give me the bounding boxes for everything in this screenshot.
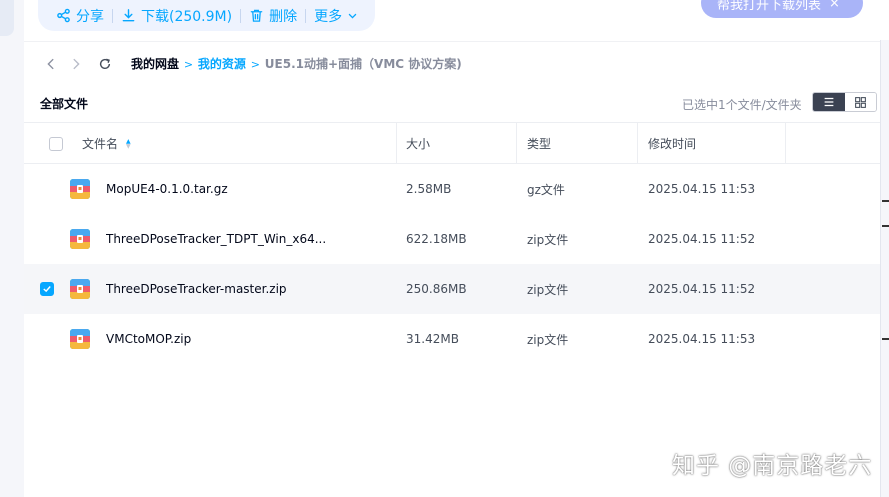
chevron-down-icon — [348, 13, 357, 19]
row-checkbox-cell — [40, 164, 56, 214]
list-view-button[interactable] — [813, 93, 845, 111]
edge-mark — [882, 225, 889, 227]
table-row[interactable]: ThreeDPoseTracker-master.zip 250.86MB zip文… — [24, 264, 880, 314]
file-type: gz文件 — [527, 182, 565, 197]
file-name[interactable]: MopUE4-0.1.0.tar.gz — [106, 164, 396, 214]
file-type: zip文件 — [527, 332, 569, 347]
breadcrumb-root[interactable]: 我的网盘 — [131, 57, 179, 71]
file-modified: 2025.04.15 11:52 — [648, 282, 756, 296]
table-row[interactable]: VMCtoMOP.zip 31.42MB zip文件 2025.04.15 11:53 — [24, 314, 880, 364]
refresh-button[interactable] — [94, 53, 116, 75]
table-row[interactable]: ThreeDPoseTracker_TDPT_Win_x64... 622.18M… — [24, 214, 880, 264]
select-all-checkbox[interactable] — [49, 136, 63, 151]
delete-label: 删除 — [269, 8, 298, 25]
archive-file-icon — [69, 164, 91, 214]
row-checkbox-cell — [40, 214, 56, 264]
delete-button[interactable]: 删除 — [243, 6, 303, 26]
toolbar-divider — [305, 8, 307, 23]
file-modified: 2025.04.15 11:52 — [648, 232, 756, 246]
trash-icon — [250, 9, 263, 22]
row-checkbox-cell — [40, 314, 56, 364]
row-checkbox-cell — [40, 264, 56, 314]
chevron-left-icon — [47, 58, 54, 69]
left-panel-tab — [0, 0, 14, 36]
file-size: 2.58MB — [406, 182, 452, 196]
refresh-icon — [99, 58, 111, 69]
download-icon — [122, 9, 135, 22]
column-modified-label: 修改时间 — [648, 137, 697, 151]
column-name-label: 文件名 — [82, 137, 119, 151]
file-name[interactable]: ThreeDPoseTracker_TDPT_Win_x64... — [106, 214, 396, 264]
archive-file-icon — [69, 264, 91, 314]
column-type[interactable]: 类型 — [517, 123, 638, 164]
right-panel-edge — [880, 40, 889, 497]
file-size: 622.18MB — [406, 232, 467, 246]
file-size: 31.42MB — [406, 332, 459, 346]
selection-info: 已选中1个文件/文件夹 — [682, 98, 802, 112]
back-button[interactable] — [40, 53, 62, 75]
breadcrumb: 我的网盘 > 我的资源 > UE5.1动捕+面捕（VMC 协议方案) — [119, 55, 462, 72]
file-manager: 分享 下载(250.9M) 删除 更多 帮我打开下载列表 × 我的网盘 > 我的… — [24, 0, 880, 497]
column-type-label: 类型 — [527, 137, 552, 151]
toolbar-divider — [240, 8, 242, 23]
download-list-label: 帮我打开下载列表 — [717, 0, 822, 13]
breadcrumb-my-resources[interactable]: 我的资源 — [198, 57, 246, 71]
column-spacer — [786, 123, 880, 164]
download-list-popup[interactable]: 帮我打开下载列表 × — [701, 0, 863, 18]
row-checkbox[interactable] — [40, 282, 54, 296]
close-icon[interactable]: × — [829, 0, 840, 11]
breadcrumb-bar: 我的网盘 > 我的资源 > UE5.1动捕+面捕（VMC 协议方案) — [24, 41, 880, 85]
file-modified: 2025.04.15 11:53 — [648, 182, 756, 196]
share-label: 分享 — [76, 8, 104, 25]
action-toolbar: 分享 下载(250.9M) 删除 更多 — [38, 0, 375, 31]
grid-view-button[interactable] — [844, 93, 876, 111]
list-header-bar: 全部文件 已选中1个文件/文件夹 — [24, 86, 880, 120]
table-row[interactable]: MopUE4-0.1.0.tar.gz 2.58MB gz文件 2025.04.15 … — [24, 164, 880, 214]
chevron-right-icon — [73, 58, 80, 69]
all-files-title: 全部文件 — [40, 96, 89, 111]
column-size-label: 大小 — [406, 137, 431, 151]
column-size[interactable]: 大小 — [396, 123, 517, 164]
forward-button[interactable] — [65, 53, 87, 75]
breadcrumb-separator: > — [250, 58, 260, 71]
download-button[interactable]: 下载(250.9M) — [115, 6, 238, 26]
breadcrumb-current: UE5.1动捕+面捕（VMC 协议方案) — [264, 57, 462, 71]
watermark: 知乎 @南京路老六 — [672, 453, 873, 479]
file-type: zip文件 — [527, 232, 569, 247]
share-icon — [57, 8, 70, 23]
file-name[interactable]: VMCtoMOP.zip — [106, 314, 396, 364]
archive-file-icon — [69, 214, 91, 264]
column-name[interactable]: 文件名 ▲ ▼ — [72, 123, 397, 164]
more-label: 更多 — [314, 8, 343, 25]
column-modified[interactable]: 修改时间 — [638, 123, 786, 164]
file-size: 250.86MB — [406, 282, 467, 296]
more-button[interactable]: 更多 — [308, 6, 364, 26]
view-toggle — [812, 92, 877, 112]
toolbar-divider — [112, 8, 113, 23]
select-all-cell — [24, 123, 74, 164]
checkmark-icon — [43, 286, 51, 293]
sort-icon[interactable]: ▲ ▼ — [126, 138, 131, 149]
archive-file-icon — [69, 314, 91, 364]
table-header: 文件名 ▲ ▼ 大小 类型 修改时间 — [24, 122, 880, 164]
download-label: 下载(250.9M) — [141, 8, 233, 25]
list-icon — [824, 97, 834, 107]
file-type: zip文件 — [527, 282, 569, 297]
share-button[interactable]: 分享 — [50, 6, 110, 26]
left-panel-edge — [0, 0, 24, 497]
edge-mark — [882, 338, 889, 340]
file-modified: 2025.04.15 11:53 — [648, 332, 756, 346]
edge-mark — [882, 200, 889, 202]
grid-icon — [854, 96, 866, 108]
file-name[interactable]: ThreeDPoseTracker-master.zip — [106, 264, 396, 314]
breadcrumb-separator: > — [183, 58, 194, 71]
